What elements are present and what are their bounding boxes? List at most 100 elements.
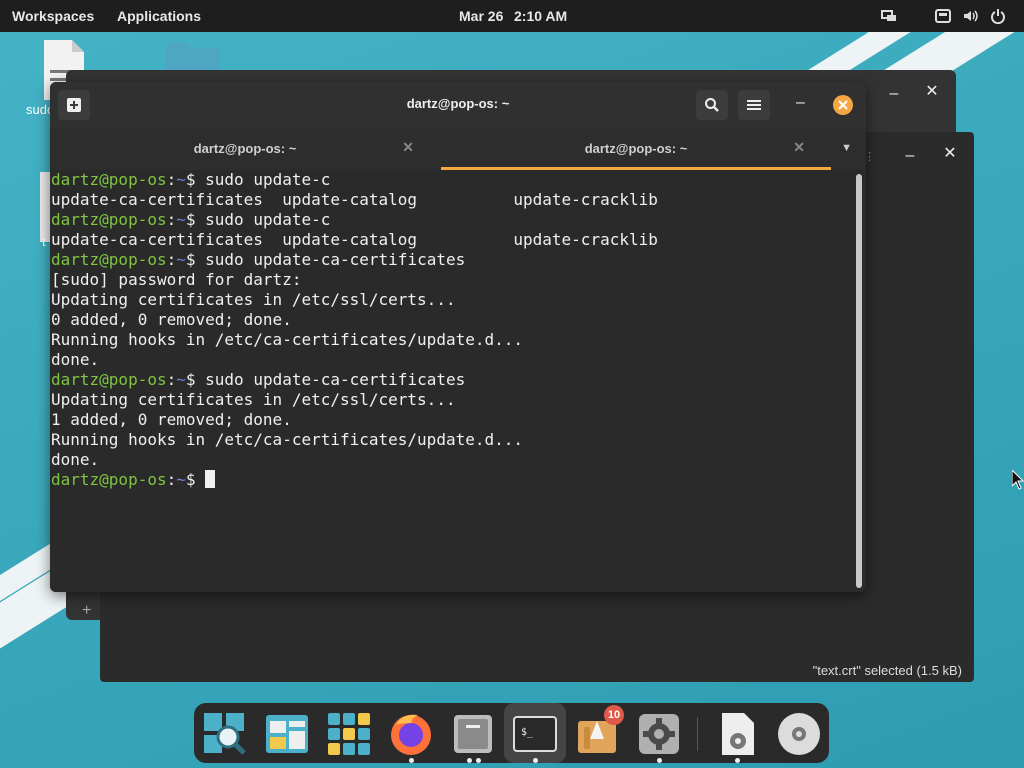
dock-divider — [697, 717, 698, 751]
close-icon[interactable]: ✕ — [922, 82, 942, 102]
running-indicator — [476, 758, 481, 763]
dock-search-app[interactable] — [202, 711, 248, 757]
terminal-glyph: $_ — [521, 727, 534, 738]
terminal-line: update-ca-certificates update-catalog up… — [51, 230, 658, 250]
prompt-user: dartz@pop-os — [51, 170, 167, 189]
running-indicator — [657, 758, 662, 763]
terminal-line: dartz@pop-os:~$ sudo update-c — [51, 210, 331, 229]
prompt-user: dartz@pop-os — [51, 370, 167, 389]
dock-terminal[interactable]: $_ — [512, 711, 558, 763]
output-text: done. — [51, 350, 100, 369]
command-text — [196, 470, 206, 489]
close-tab-icon[interactable]: ✕ — [793, 139, 805, 156]
output-text: done. — [51, 450, 100, 469]
update-badge: 10 — [604, 705, 624, 725]
output-text: [sudo] password for dartz: — [51, 270, 302, 289]
command-text: sudo update-c — [195, 170, 331, 189]
tab-label: dartz@pop-os: ~ — [584, 141, 688, 156]
prompt-user: dartz@pop-os — [51, 210, 167, 229]
terminal-line: done. — [51, 450, 658, 470]
command-text: sudo update-c — [195, 210, 331, 229]
clock-date[interactable]: Mar 26 — [459, 8, 503, 24]
document-gear-icon — [722, 713, 754, 755]
search-button[interactable] — [696, 90, 728, 120]
scrollbar[interactable] — [856, 174, 862, 588]
close-icon[interactable]: ✕ — [940, 144, 960, 164]
selection-status: "text.crt" selected (1.5 kB) — [812, 663, 962, 678]
terminal-line: Running hooks in /etc/ca-certificates/up… — [51, 430, 658, 450]
output-text: Running hooks in /etc/ca-certificates/up… — [51, 430, 524, 449]
menu-button[interactable] — [738, 90, 770, 120]
dock-app-grid[interactable] — [326, 711, 372, 757]
applications-button[interactable]: Applications — [117, 8, 201, 24]
tab-1[interactable]: dartz@pop-os: ~ ✕ — [50, 128, 440, 170]
volume-icon[interactable] — [962, 8, 978, 24]
output-text: 1 added, 0 removed; done. — [51, 410, 292, 429]
running-indicator — [467, 758, 472, 763]
magnifier-app-icon — [204, 713, 246, 755]
terminal-header[interactable]: dartz@pop-os: ~ – — [50, 82, 866, 128]
terminal-line: 1 added, 0 removed; done. — [51, 410, 658, 430]
search-icon — [705, 98, 719, 112]
running-indicator — [735, 758, 740, 763]
dock-document-settings[interactable] — [714, 711, 760, 763]
power-icon[interactable] — [990, 8, 1006, 24]
output-text: 0 added, 0 removed; done. — [51, 310, 292, 329]
terminal-line: dartz@pop-os:~$ — [51, 470, 658, 490]
running-indicator — [409, 758, 414, 763]
minimize-icon[interactable]: – — [900, 146, 920, 166]
window-layout-icon — [266, 715, 308, 753]
terminal-line: Running hooks in /etc/ca-certificates/up… — [51, 330, 658, 350]
terminal-output: dartz@pop-os:~$ sudo update-c update-ca-c… — [51, 170, 658, 490]
tab-list-chevron-icon[interactable]: ▼ — [841, 142, 852, 154]
dock-file-manager[interactable] — [450, 711, 496, 763]
add-icon[interactable]: + — [82, 602, 91, 620]
terminal-line: Updating certificates in /etc/ssl/certs.… — [51, 390, 658, 410]
minimize-icon[interactable]: – — [884, 84, 904, 104]
tab-2[interactable]: dartz@pop-os: ~ ✕ — [441, 128, 831, 170]
prompt-path: ~ — [176, 250, 186, 269]
running-indicator — [533, 758, 538, 763]
terminal-content[interactable]: dartz@pop-os:~$ sudo update-c update-ca-c… — [50, 170, 866, 592]
output-text: Updating certificates in /etc/ssl/certs.… — [51, 390, 456, 409]
close-icon — [838, 100, 848, 110]
firefox-icon — [391, 714, 431, 755]
network-icon[interactable] — [935, 8, 951, 24]
clock-time[interactable]: 2:10 AM — [514, 8, 567, 24]
close-button[interactable] — [833, 95, 853, 115]
dock-settings[interactable] — [636, 711, 682, 763]
output-text: update-ca-certificates update-catalog up… — [51, 190, 658, 209]
app-grid-icon — [328, 713, 370, 755]
dock-disc[interactable] — [776, 711, 822, 757]
prompt-user: dartz@pop-os — [51, 470, 167, 489]
prompt-path: ~ — [176, 170, 186, 189]
prompt-path: ~ — [176, 210, 186, 229]
close-tab-icon[interactable]: ✕ — [402, 139, 414, 156]
terminal-line: 0 added, 0 removed; done. — [51, 310, 658, 330]
disc-icon — [778, 713, 820, 755]
tab-label: dartz@pop-os: ~ — [193, 141, 297, 156]
command-text: sudo update-ca-certificates — [195, 370, 466, 389]
terminal-line: Updating certificates in /etc/ssl/certs.… — [51, 290, 658, 310]
minimize-icon[interactable]: – — [796, 94, 805, 112]
dock-files-app[interactable] — [264, 711, 310, 757]
dock-firefox[interactable] — [388, 711, 434, 763]
dock-pop-shop[interactable]: 10 — [574, 705, 624, 757]
terminal-line: [sudo] password for dartz: — [51, 270, 658, 290]
terminal-line: dartz@pop-os:~$ sudo update-c — [51, 170, 331, 189]
file-cabinet-icon — [454, 715, 492, 753]
workspaces-button[interactable]: Workspaces — [12, 8, 94, 24]
prompt-path: ~ — [176, 370, 186, 389]
terminal-window[interactable]: dartz@pop-os: ~ – dartz@pop-os: ~ ✕ dart… — [50, 82, 866, 592]
terminal-icon — [513, 716, 557, 752]
prompt-user: dartz@pop-os — [51, 250, 167, 269]
terminal-line: done. — [51, 350, 658, 370]
terminal-line: dartz@pop-os:~$ sudo update-ca-certifica… — [51, 370, 466, 389]
dock: $_ 10 — [194, 703, 829, 763]
output-text: update-ca-certificates update-catalog up… — [51, 230, 658, 249]
display-icon[interactable] — [881, 8, 897, 24]
prompt-path: ~ — [176, 470, 186, 489]
terminal-line: dartz@pop-os:~$ sudo update-ca-certifica… — [51, 250, 466, 269]
hamburger-icon — [747, 100, 761, 110]
text-cursor — [205, 470, 216, 488]
